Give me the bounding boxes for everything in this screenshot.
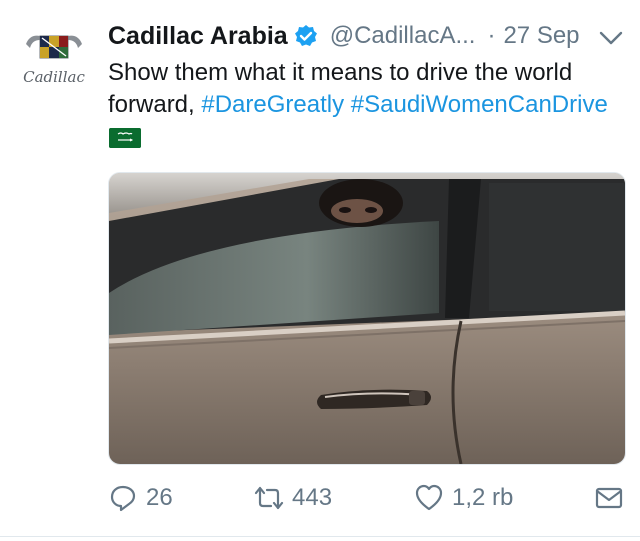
like-button[interactable]: 1,2 rb [414, 478, 513, 518]
direct-message-button[interactable] [594, 478, 624, 518]
like-count: 1,2 rb [452, 484, 514, 511]
heart-icon [415, 484, 443, 511]
verified-badge-icon [294, 24, 318, 48]
divider [0, 536, 640, 537]
tweet-actions: 26 443 1,2 rb [108, 478, 624, 518]
saudi-flag-icon [109, 128, 141, 148]
reply-button[interactable]: 26 [108, 478, 173, 518]
tweet-photo[interactable] [108, 172, 626, 465]
retweet-count: 443 [292, 484, 333, 511]
meta-separator: · [487, 22, 496, 49]
tweet-text: Show them what it means to drive the wor… [108, 57, 628, 121]
hashtag-link[interactable]: #DareGreatly [201, 91, 344, 118]
car-door-image [109, 173, 625, 464]
reply-count: 26 [146, 484, 173, 511]
cadillac-wordmark: Cadillac [23, 68, 85, 86]
author-name[interactable]: Cadillac Arabia [108, 22, 288, 51]
cadillac-crest-icon: Cadillac [23, 35, 85, 86]
tweet[interactable]: Cadillac Cadillac Arabia @CadillacA... ·… [0, 0, 640, 541]
author-avatar[interactable]: Cadillac [20, 30, 88, 92]
retweet-icon [254, 486, 284, 510]
retweet-button[interactable]: 443 [254, 478, 332, 518]
chevron-down-icon[interactable] [598, 28, 624, 48]
hashtag-link[interactable]: #SaudiWomenCanDrive [351, 91, 608, 118]
envelope-icon [595, 487, 623, 509]
tweet-header: Cadillac Arabia @CadillacA... · 27 Sep [108, 18, 628, 54]
tweet-timestamp[interactable]: 27 Sep [503, 22, 579, 50]
reply-icon [110, 485, 136, 512]
author-handle[interactable]: @CadillacA... [330, 22, 476, 50]
